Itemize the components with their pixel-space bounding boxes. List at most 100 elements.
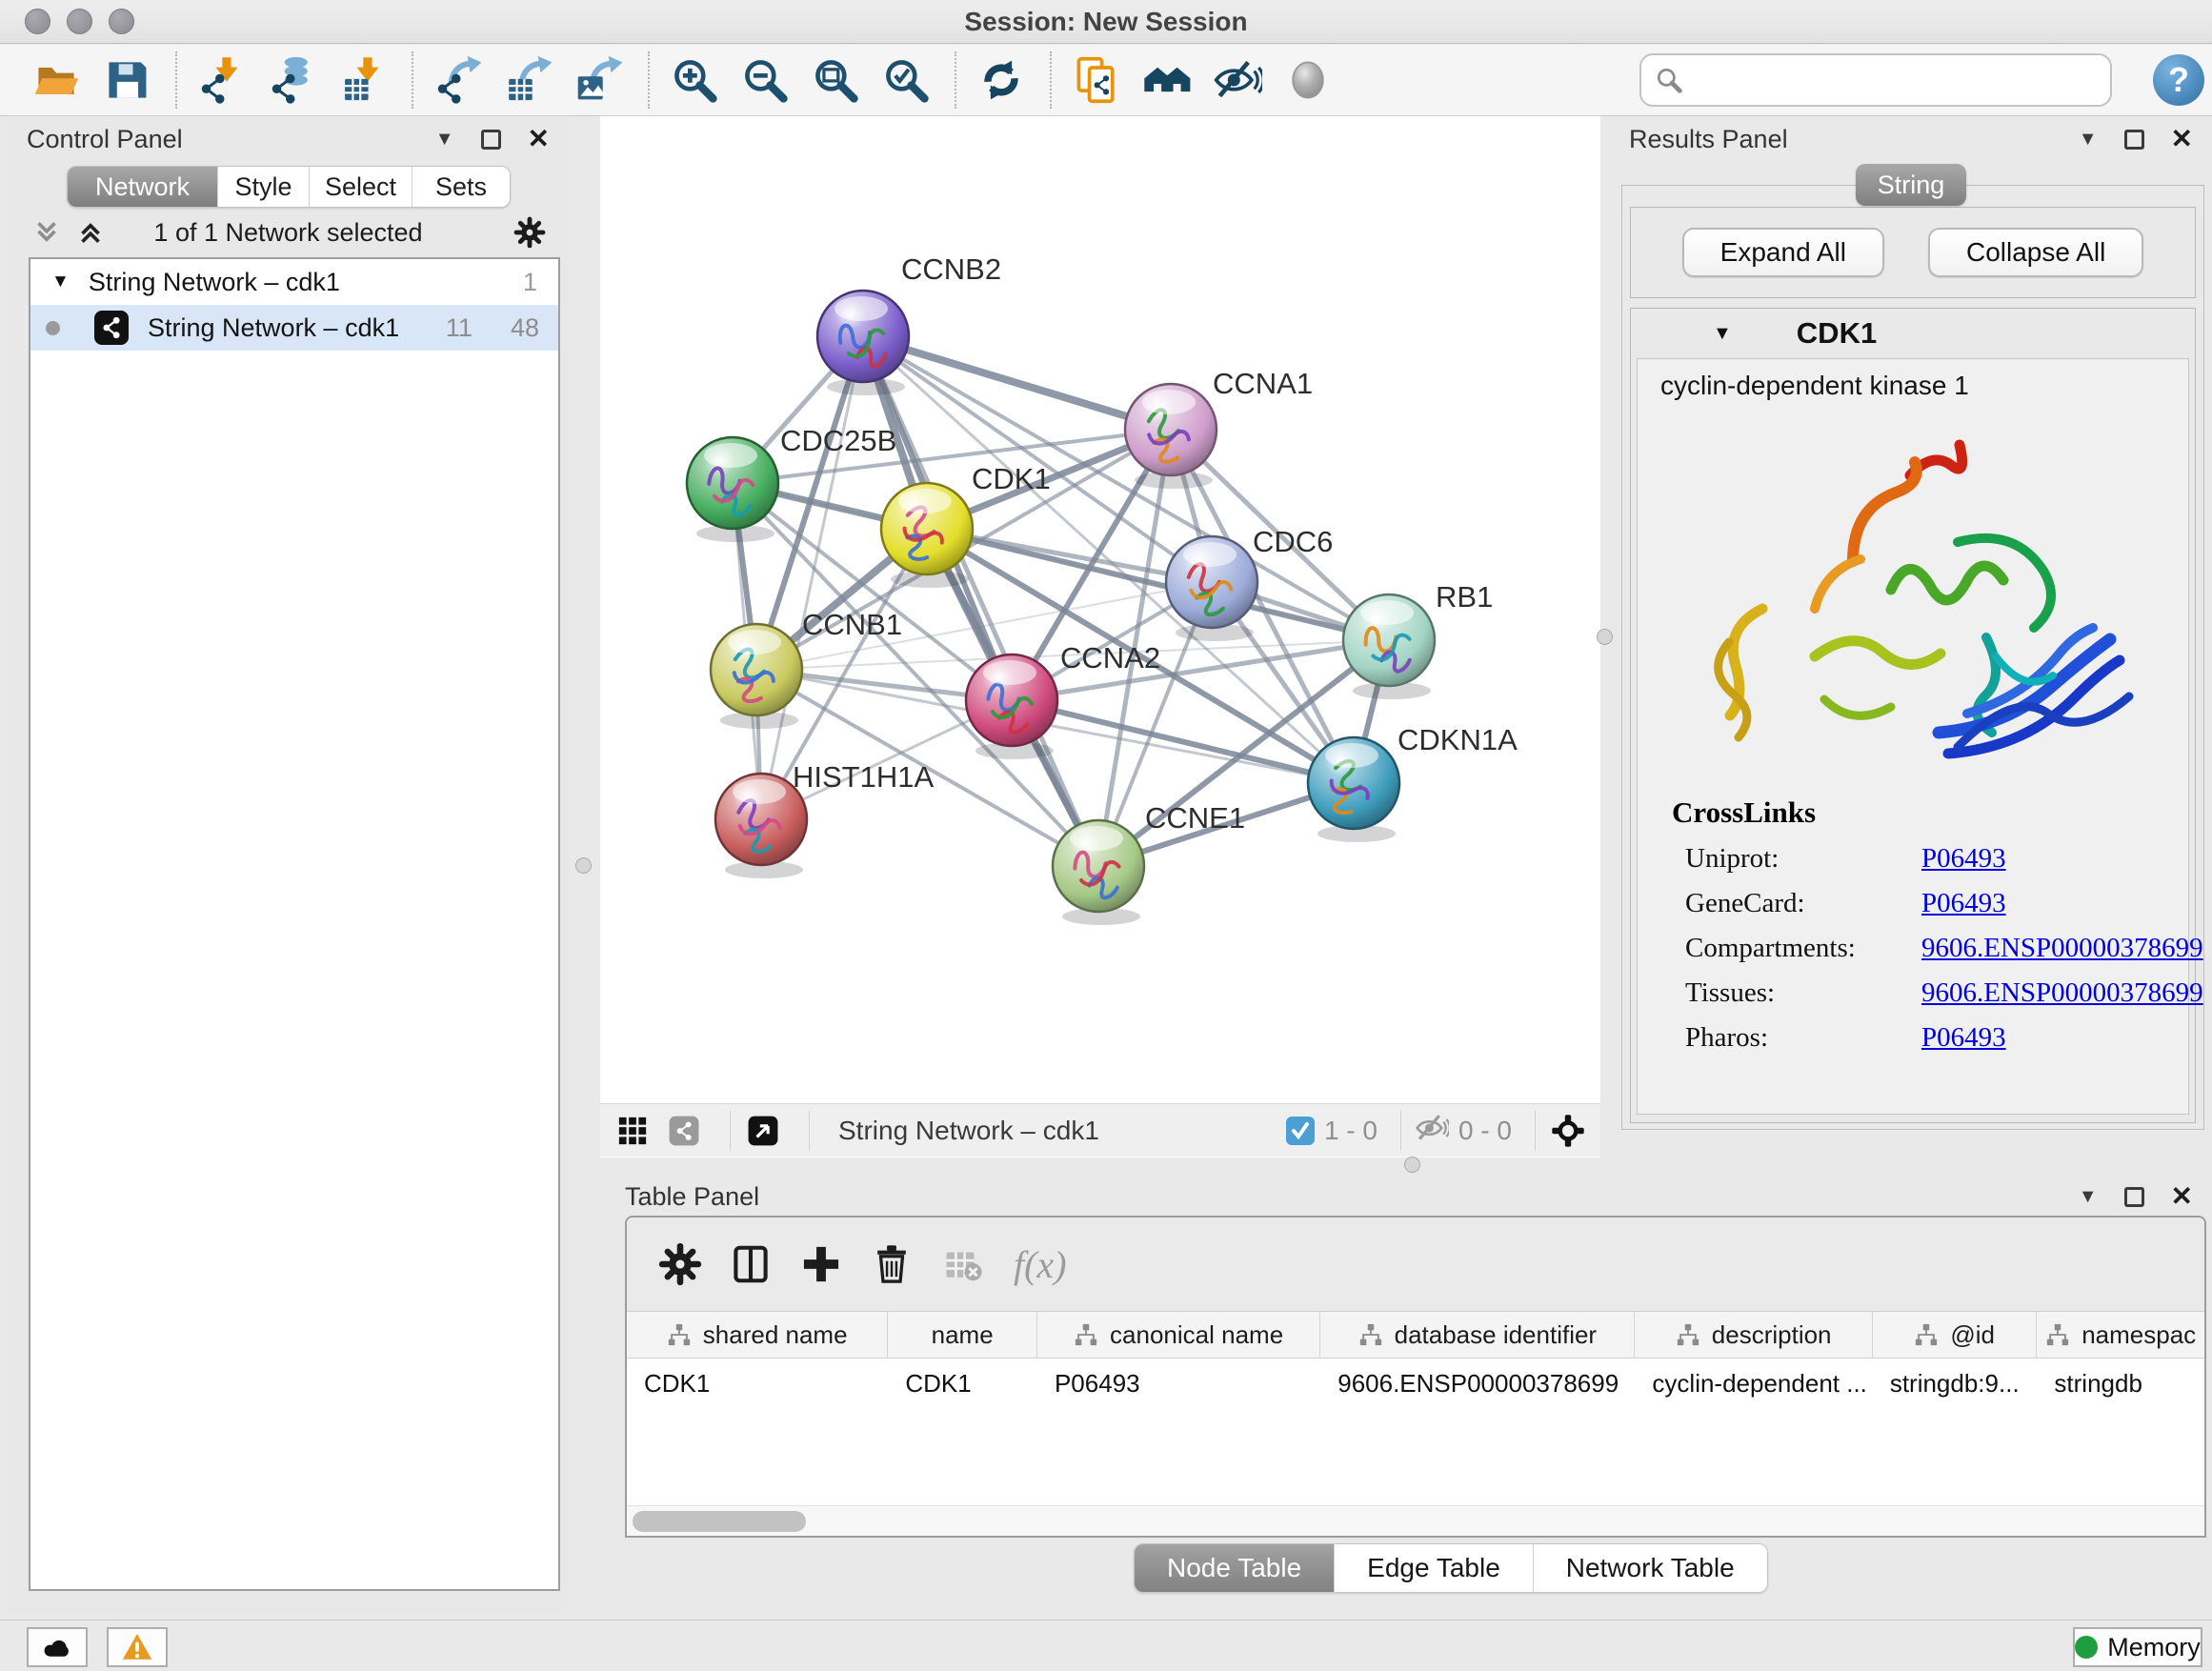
network-options-gear-icon[interactable]	[513, 216, 546, 249]
network-view: CCNB2CCNA1CDC25BCDK1CDC6RB1CCNB1CCNA2CDK…	[600, 116, 1600, 1158]
network-row-selected[interactable]: String Network – cdk1 11 48	[30, 305, 558, 351]
selected-nodes-checkbox[interactable]	[1286, 1117, 1315, 1145]
open-session-button[interactable]	[29, 52, 84, 108]
delete-column-button[interactable]	[867, 1239, 916, 1289]
column-header-namespace[interactable]: namespac	[2037, 1312, 2204, 1358]
column-header-description[interactable]: description	[1635, 1312, 1872, 1358]
grid-view-button[interactable]	[613, 1112, 652, 1150]
network-label: String Network – cdk1	[148, 313, 399, 343]
column-header-database-identifier[interactable]: database identifier	[1320, 1312, 1635, 1358]
tab-sets[interactable]: Sets	[412, 167, 510, 207]
column-header-canonical-name[interactable]: canonical name	[1037, 1312, 1320, 1358]
main-toolbar: ?	[0, 45, 2212, 116]
left-splitter-handle[interactable]	[575, 857, 592, 874]
zoom-out-button[interactable]	[737, 52, 793, 108]
svg-text:CDC6: CDC6	[1253, 525, 1333, 558]
birdseye-view-button[interactable]	[744, 1112, 782, 1150]
network-collection-row[interactable]: ▼ String Network – cdk1 1	[30, 259, 558, 305]
hidden-items-icon[interactable]	[1415, 1111, 1449, 1150]
warning-icon	[121, 1631, 153, 1663]
svg-text:RB1: RB1	[1436, 580, 1493, 614]
close-panel-icon[interactable]: ✕	[528, 130, 550, 149]
help-button[interactable]: ?	[2153, 54, 2204, 106]
tab-select[interactable]: Select	[310, 167, 412, 207]
collapse-all-button[interactable]: Collapse All	[1928, 228, 2143, 277]
close-panel-icon[interactable]: ✕	[2171, 130, 2193, 149]
network-node-CCNE1: CCNE1	[1053, 801, 1245, 925]
network-share-view-button[interactable]	[665, 1112, 703, 1150]
results-panel: Results Panel ▼ ✕ String Expand All Coll…	[1610, 116, 2212, 1172]
expand-all-chevrons-icon[interactable]	[74, 216, 107, 249]
import-table-from-file-button[interactable]	[335, 52, 391, 108]
expand-all-button[interactable]: Expand All	[1682, 228, 1884, 277]
tissues-link[interactable]: 9606.ENSP00000378699	[1921, 977, 2203, 1009]
svg-text:CCNA1: CCNA1	[1213, 367, 1313, 400]
import-network-from-file-button[interactable]	[194, 52, 250, 108]
table-header-row: shared name name canonical name database…	[627, 1311, 2204, 1359]
warnings-button[interactable]	[107, 1627, 168, 1667]
apply-layout-button[interactable]	[974, 52, 1029, 108]
tab-node-table[interactable]: Node Table	[1135, 1544, 1335, 1592]
clone-network-button[interactable]	[1069, 52, 1124, 108]
tab-string[interactable]: String	[1856, 164, 1966, 206]
tab-network-table[interactable]: Network Table	[1534, 1544, 1767, 1592]
scrollbar-thumb[interactable]	[633, 1511, 806, 1532]
zoom-selected-button[interactable]	[878, 52, 934, 108]
protein-section-header[interactable]: ▼ CDK1	[1631, 309, 2195, 358]
disclosure-triangle-icon[interactable]: ▼	[1713, 323, 1732, 345]
import-network-icon	[197, 55, 247, 105]
tab-network[interactable]: Network	[68, 167, 218, 207]
float-panel-icon[interactable]	[481, 130, 501, 150]
toolbar-separator	[1400, 1111, 1401, 1151]
pan-crosshair-button[interactable]	[1549, 1112, 1587, 1150]
tab-edge-table[interactable]: Edge Table	[1335, 1544, 1534, 1592]
panel-menu-icon[interactable]: ▼	[435, 129, 454, 151]
column-header-shared-name[interactable]: shared name	[627, 1312, 888, 1358]
network-node-CDC25B: CDC25B	[687, 424, 896, 542]
collapse-all-chevrons-icon[interactable]	[30, 216, 63, 249]
table-row[interactable]: CDK1 CDK1 P06493 9606.ENSP00000378699 cy…	[627, 1359, 2204, 1408]
table-settings-button[interactable]	[655, 1239, 705, 1289]
memory-button[interactable]: Memory	[2073, 1627, 2202, 1667]
table-horizontal-scrollbar[interactable]	[627, 1505, 2204, 1536]
search-box[interactable]	[1639, 53, 2112, 107]
collection-count: 1	[523, 268, 537, 297]
import-network-from-database-button[interactable]	[265, 52, 320, 108]
string-home-button[interactable]	[1139, 52, 1195, 108]
uniprot-link[interactable]: P06493	[1921, 843, 2006, 875]
export-table-button[interactable]	[501, 52, 556, 108]
disclosure-triangle-icon[interactable]: ▼	[51, 272, 70, 292]
compartments-link[interactable]: 9606.ENSP00000378699	[1921, 933, 2203, 964]
close-panel-icon[interactable]: ✕	[2171, 1187, 2193, 1206]
network-canvas[interactable]: CCNB2CCNA1CDC25BCDK1CDC6RB1CCNB1CCNA2CDK…	[600, 116, 1600, 1103]
save-session-button[interactable]	[99, 52, 154, 108]
column-header-name[interactable]: name	[888, 1312, 1037, 1358]
svg-text:CCNA2: CCNA2	[1060, 641, 1160, 674]
show-hide-graphics-button[interactable]	[1210, 52, 1265, 108]
table-panel-title: Table Panel	[625, 1182, 759, 1212]
pharos-link[interactable]: P06493	[1921, 1022, 2006, 1054]
export-image-button[interactable]	[572, 52, 627, 108]
create-column-button[interactable]	[796, 1239, 846, 1289]
zoom-in-button[interactable]	[667, 52, 722, 108]
panel-menu-icon[interactable]: ▼	[2079, 129, 2098, 151]
show-columns-button[interactable]	[726, 1239, 775, 1289]
crosslink-row: Tissues: 9606.ENSP00000378699	[1672, 977, 2203, 1009]
panel-menu-icon[interactable]: ▼	[2079, 1186, 2098, 1208]
right-splitter-handle[interactable]	[1597, 629, 1613, 645]
cloud-status-button[interactable]	[27, 1627, 88, 1667]
eye-toggle-button[interactable]	[1280, 52, 1336, 108]
network-node-CCNA1: CCNA1	[1125, 367, 1313, 489]
float-panel-icon[interactable]	[2124, 1187, 2144, 1207]
node-count: 11	[446, 313, 473, 343]
genecard-link[interactable]: P06493	[1921, 888, 2006, 919]
search-input[interactable]	[1693, 58, 2110, 102]
float-panel-icon[interactable]	[2124, 130, 2144, 150]
window-title: Session: New Session	[0, 0, 2212, 44]
results-panel-title: Results Panel	[1629, 125, 1788, 154]
tab-style[interactable]: Style	[218, 167, 310, 207]
bottom-splitter-handle[interactable]	[1404, 1157, 1420, 1173]
zoom-fit-button[interactable]	[808, 52, 863, 108]
column-header-id[interactable]: @id	[1873, 1312, 2038, 1358]
export-network-button[interactable]	[431, 52, 486, 108]
